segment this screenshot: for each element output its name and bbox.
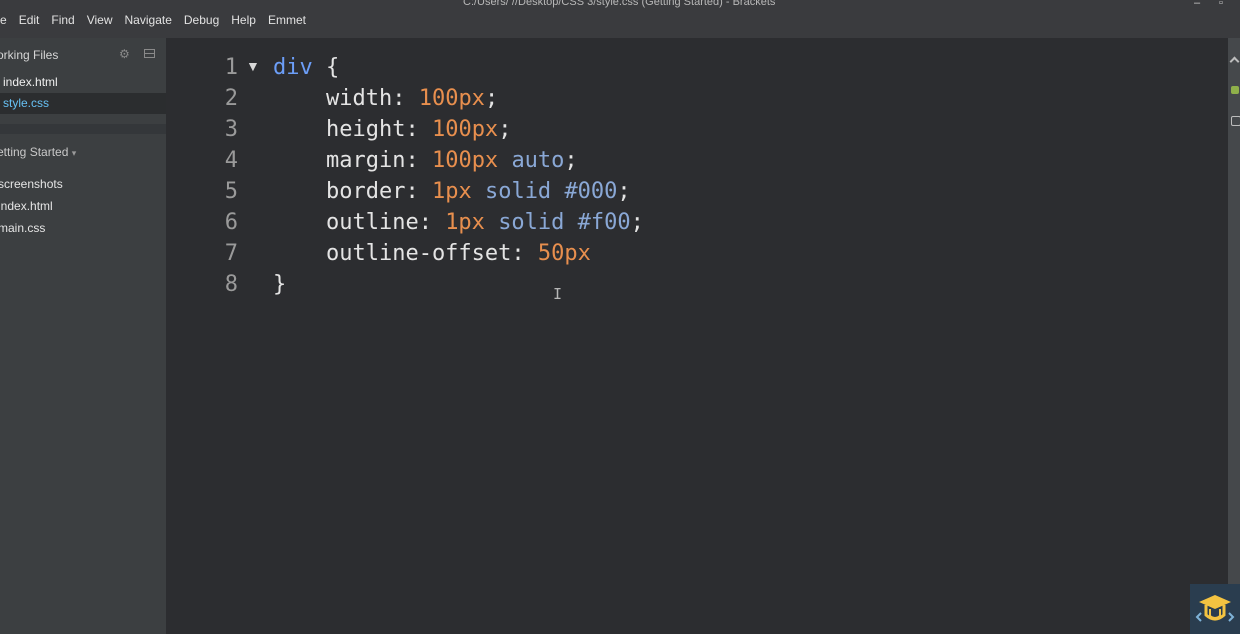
window-controls: – ▫ <box>1192 0 1226 9</box>
code-token: #000 <box>564 179 618 204</box>
code-line[interactable]: } <box>273 269 286 300</box>
code-editor[interactable]: 1 2 3 4 5 6 7 8 ▼ div { width: 100px; height: 1… <box>166 38 1228 634</box>
code-token: margin: <box>273 148 432 173</box>
code-line[interactable]: width: 100px; <box>273 83 498 114</box>
menu-help[interactable]: Help <box>225 12 262 28</box>
right-toolbar <box>1228 38 1240 634</box>
code-line[interactable]: height: 100px; <box>273 114 511 145</box>
line-number: 7 <box>224 241 238 266</box>
gear-icon[interactable]: ⚙ <box>119 47 130 61</box>
code-token: 1px <box>445 210 485 235</box>
tree-item-index-html[interactable]: index.html <box>0 199 53 213</box>
extension-icon[interactable] <box>1231 86 1239 94</box>
code-token: width: <box>273 86 419 111</box>
working-files-header: orking Files <box>0 48 59 62</box>
menu-emmet[interactable]: Emmet <box>262 12 312 28</box>
code-token: border: <box>273 179 432 204</box>
extension-manager-icon[interactable] <box>1231 116 1240 126</box>
line-number: 2 <box>224 86 238 111</box>
line-number: 1 <box>224 55 238 80</box>
title-bar: e Edit Find View Navigate Debug Help Emmet C:/U… <box>0 0 1240 38</box>
menu-edit[interactable]: Edit <box>13 12 46 28</box>
menu-navigate[interactable]: Navigate <box>119 12 178 28</box>
code-token: 1px <box>431 179 472 204</box>
code-token: ; <box>484 86 499 111</box>
code-token: 100px <box>418 86 485 111</box>
line-number: 5 <box>224 179 238 204</box>
code-token: ; <box>630 210 644 235</box>
code-line[interactable]: border: 1px solid #000; <box>273 176 631 207</box>
code-token: { <box>312 55 340 80</box>
sidebar: orking Files ⚙ index.html style.css etti… <box>0 38 166 634</box>
sidebar-divider <box>0 124 166 134</box>
code-token: 50px <box>537 241 591 266</box>
menu-view[interactable]: View <box>81 12 119 28</box>
code-token: 100px <box>431 117 499 142</box>
code-line[interactable]: div { <box>273 52 339 83</box>
code-token: #f00 <box>577 210 631 235</box>
split-view-icon[interactable] <box>144 49 155 58</box>
text-cursor-icon: I <box>553 285 563 303</box>
menu-bar: e Edit Find View Navigate Debug Help Emmet <box>0 12 312 28</box>
line-number: 4 <box>224 148 238 173</box>
code-token: outline: <box>273 210 446 235</box>
minimize-icon[interactable]: – <box>1192 0 1202 9</box>
code-token: ; <box>617 179 631 204</box>
code-token: div <box>273 55 313 80</box>
code-token: 100px <box>431 148 499 173</box>
menu-debug[interactable]: Debug <box>178 12 225 28</box>
project-header[interactable]: etting Started ▾ <box>0 145 76 159</box>
code-token: solid <box>484 179 552 204</box>
code-token: ; <box>498 117 512 142</box>
live-preview-icon[interactable] <box>1229 56 1240 67</box>
menu-e[interactable]: e <box>0 12 13 28</box>
code-fold-icon[interactable]: ▼ <box>246 58 260 74</box>
working-file-style-css[interactable]: style.css <box>0 93 166 114</box>
line-number: 6 <box>224 210 238 235</box>
code-token: outline-offset: <box>273 241 538 266</box>
code-token: ; <box>564 148 578 173</box>
line-number: 8 <box>224 272 238 297</box>
menu-find[interactable]: Find <box>45 12 80 28</box>
code-token: height: <box>273 117 432 142</box>
line-number: 3 <box>224 117 238 142</box>
code-line[interactable]: margin: 100px auto; <box>273 145 578 176</box>
window-title: C:/Users/ //Desktop/CSS 3/style.css (Get… <box>463 0 776 8</box>
code-token: solid <box>498 210 565 235</box>
project-dropdown-icon: ▾ <box>71 148 77 158</box>
project-name: etting Started <box>0 145 69 159</box>
maximize-icon[interactable]: ▫ <box>1216 0 1226 9</box>
graduation-cap-icon <box>1195 595 1235 622</box>
code-token: } <box>273 272 287 297</box>
tree-item-main-css[interactable]: main.css <box>0 221 45 235</box>
code-line[interactable]: outline-offset: 50px <box>273 238 591 269</box>
code-token: auto <box>511 148 565 173</box>
code-line[interactable]: outline: 1px solid #f00; <box>273 207 644 238</box>
graduation-cap-logo <box>1190 584 1240 634</box>
tree-item-screenshots[interactable]: screenshots <box>0 177 63 191</box>
working-file-index-html[interactable]: index.html <box>0 72 166 93</box>
